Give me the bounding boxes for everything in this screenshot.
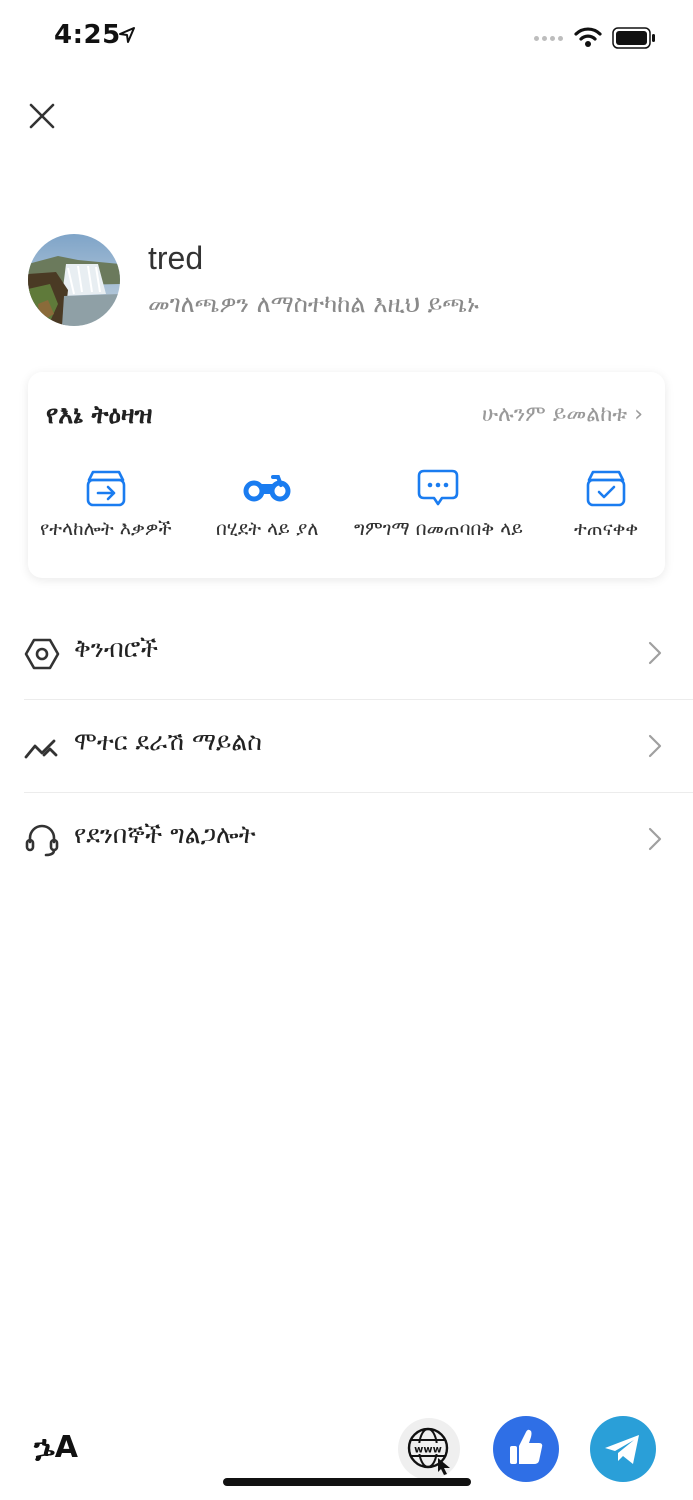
status-bar: 4:25: [0, 0, 693, 80]
battery-icon: [612, 27, 655, 49]
website-text: www: [414, 1445, 442, 1456]
globe-www-icon: www: [407, 1427, 450, 1475]
divider: [24, 699, 693, 700]
avatar[interactable]: [28, 234, 120, 326]
orders-title: የእኔ ትዕዛዝ: [46, 400, 153, 429]
trend-icon: [24, 739, 58, 759]
location-arrow-icon: [119, 27, 135, 43]
status-time: 4:25: [54, 20, 121, 50]
chevron-right-icon: [648, 641, 662, 665]
order-label: የተላከሎት እቃዎች: [40, 518, 172, 540]
chevron-right-icon: [648, 827, 662, 851]
order-status-completed[interactable]: ተጠናቀቀ: [574, 468, 638, 540]
telegram-button[interactable]: [590, 1416, 656, 1482]
telegram-icon: [605, 1435, 639, 1464]
order-status-in-progress[interactable]: በሂደት ላይ ያለ: [216, 468, 319, 540]
like-button[interactable]: [493, 1416, 559, 1482]
headset-icon: [25, 824, 59, 857]
order-status-shipped[interactable]: የተላከሎት እቃዎች: [40, 468, 172, 540]
menu-item-customer-service[interactable]: የደንበኞች ግልጋሎት: [24, 794, 693, 886]
motorcycle-icon: [243, 475, 291, 502]
view-all-orders-link[interactable]: ሁሉንም ይመልከቱ ›: [482, 402, 643, 427]
menu-item-label: የደንበኞች ግልጋሎት: [74, 820, 256, 849]
bottom-bar: ኌA www: [0, 1410, 693, 1500]
home-indicator: [223, 1478, 471, 1486]
menu-item-miles[interactable]: ሞተር ደራሽ ማይልስ: [24, 701, 693, 793]
username[interactable]: tred: [148, 240, 203, 277]
orders-card: የእኔ ትዕዛዝ ሁሉንም ይመልከቱ › የተላከሎት እቃዎች በሂደት ላ…: [28, 372, 665, 578]
signal-dots-icon: [534, 36, 563, 41]
box-arrow-icon: [86, 470, 126, 507]
wifi-icon: [574, 27, 602, 47]
chat-bubble-icon: [418, 469, 459, 506]
language-glyph: ኌA: [34, 1430, 78, 1465]
order-label: ግምገማ በመጠባበቅ ላይ: [354, 518, 523, 540]
order-status-awaiting-review[interactable]: ግምገማ በመጠባበቅ ላይ: [354, 468, 523, 540]
thumbs-up-icon: [510, 1429, 543, 1464]
language-switch-icon[interactable]: ኌA: [34, 1428, 78, 1468]
menu-item-label: ሞተር ደራሽ ማይልስ: [74, 727, 262, 756]
order-label: ተጠናቀቀ: [574, 518, 639, 540]
edit-profile-hint[interactable]: መገለጫዎን ለማስተካከል እዚህ ይጫኑ: [148, 290, 479, 318]
website-button[interactable]: www: [398, 1418, 460, 1480]
menu-item-label: ቅንብሮች: [74, 634, 159, 663]
close-icon[interactable]: [22, 96, 62, 136]
divider: [24, 792, 693, 793]
box-check-icon: [586, 470, 626, 507]
settings-hexagon-icon: [24, 638, 60, 670]
order-label: በሂደት ላይ ያለ: [216, 518, 319, 540]
menu-item-settings[interactable]: ቅንብሮች: [24, 608, 693, 700]
waterfall-landscape-image: [28, 234, 120, 326]
chevron-right-icon: [648, 734, 662, 758]
